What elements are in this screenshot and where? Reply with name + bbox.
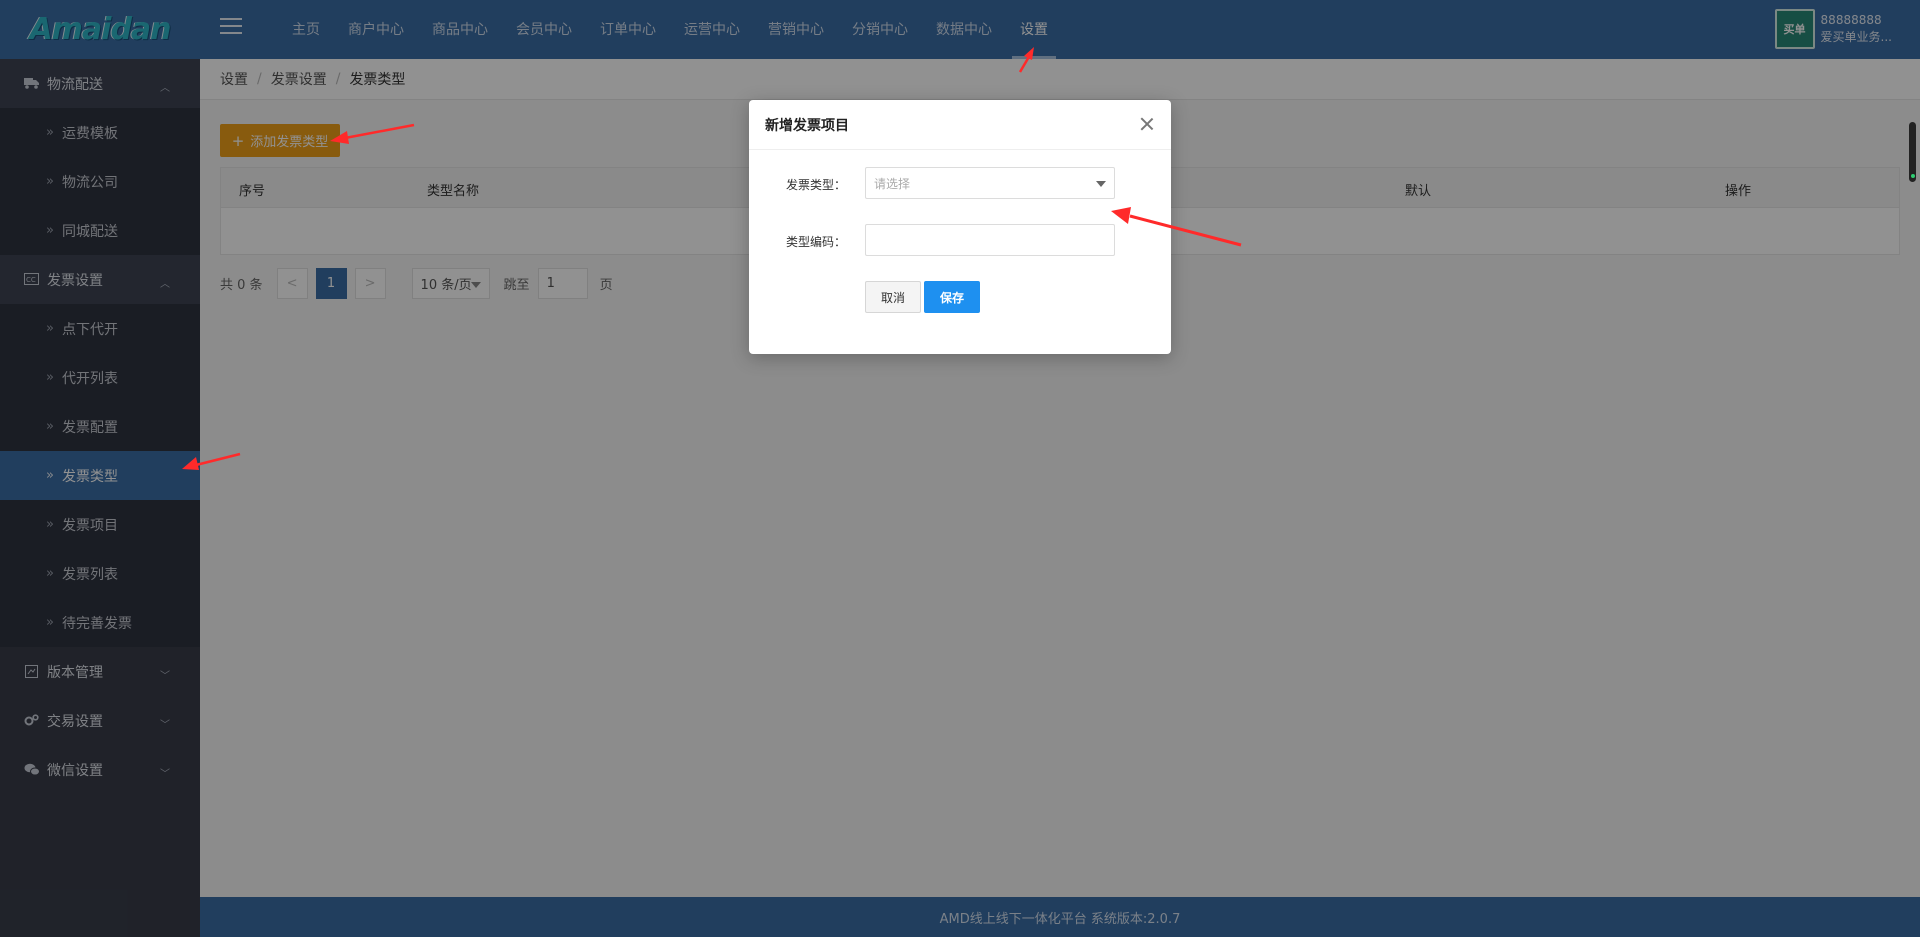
invoice-type-select[interactable]: 请选择 <box>865 167 1115 199</box>
close-icon[interactable] <box>1137 114 1157 134</box>
save-button[interactable]: 保存 <box>924 281 980 313</box>
type-code-input[interactable] <box>865 224 1115 256</box>
type-code-row: 类型编码： <box>749 224 1171 256</box>
dialog-header: 新增发票项目 <box>749 100 1171 150</box>
scroll-indicator <box>1911 174 1915 178</box>
cancel-button[interactable]: 取消 <box>865 281 921 313</box>
scrollbar-thumb[interactable] <box>1909 122 1916 182</box>
new-invoice-item-dialog: 新增发票项目 发票类型： 请选择 类型编码： 取消 保存 <box>749 100 1171 354</box>
invoice-type-label: 发票类型： <box>785 178 846 192</box>
caret-down-icon <box>1096 181 1106 187</box>
invoice-type-row: 发票类型： 请选择 <box>749 167 1171 199</box>
type-code-label: 类型编码： <box>785 235 846 249</box>
dialog-title: 新增发票项目 <box>765 117 849 134</box>
